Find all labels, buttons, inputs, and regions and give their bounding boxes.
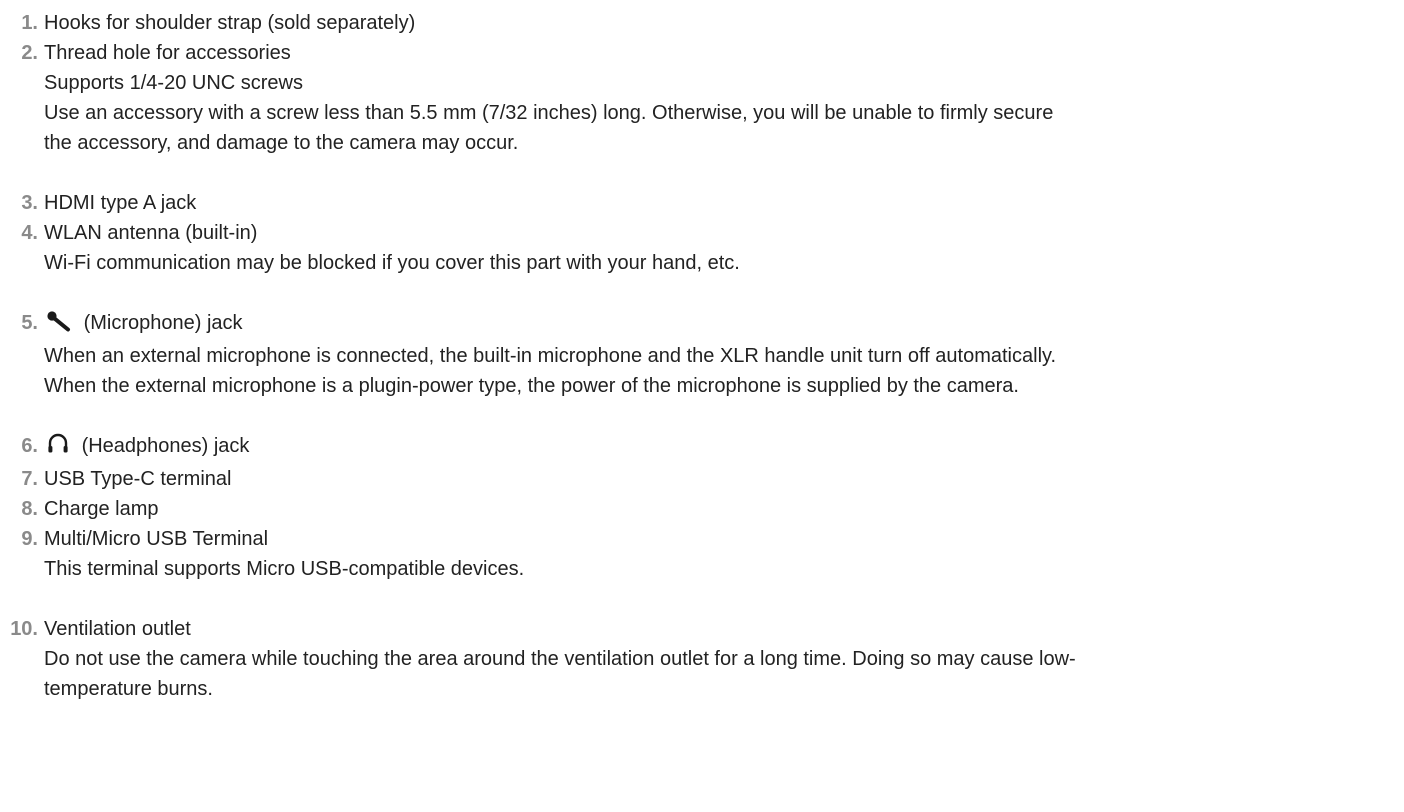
- list-item-1: 1. Hooks for shoulder strap (sold separa…: [0, 8, 1404, 38]
- item-label: Multi/Micro USB Terminal: [44, 528, 269, 550]
- item-label: USB Type-C terminal: [44, 468, 232, 490]
- item-description: When an external microphone is connected…: [44, 345, 1057, 367]
- list-item-7: 7. USB Type-C terminal: [0, 464, 1404, 494]
- item-label: HDMI type A jack: [44, 192, 197, 214]
- item-description: Use an accessory with a screw less than …: [44, 102, 1054, 124]
- item-number: 2.: [21, 42, 38, 64]
- item-number: 4.: [21, 222, 38, 244]
- item-label: Ventilation outlet: [44, 618, 191, 640]
- item-description: temperature burns.: [44, 678, 213, 700]
- item-description: When the external microphone is a plugin…: [44, 375, 1019, 397]
- item-number: 10.: [10, 618, 38, 640]
- microphone-icon: [46, 310, 72, 341]
- item-number: 3.: [21, 192, 38, 214]
- item-description: Do not use the camera while touching the…: [44, 648, 1076, 670]
- list-item-10: 10. Ventilation outlet Do not use the ca…: [0, 614, 1404, 704]
- list-item-5: 5. (Microphone) jack When an external mi…: [0, 308, 1404, 401]
- headphones-icon: [46, 431, 70, 464]
- list-item-4: 4. WLAN antenna (built-in) Wi-Fi communi…: [0, 218, 1404, 278]
- item-description: Supports 1/4-20 UNC screws: [44, 72, 303, 94]
- item-number: 6.: [21, 435, 38, 457]
- item-label: Hooks for shoulder strap (sold separatel…: [44, 12, 416, 34]
- item-number: 9.: [21, 528, 38, 550]
- item-label: (Microphone) jack: [83, 312, 243, 334]
- list-item-2: 2. Thread hole for accessories Supports …: [0, 38, 1404, 158]
- item-label: WLAN antenna (built-in): [44, 222, 258, 244]
- item-description: This terminal supports Micro USB-compati…: [44, 558, 525, 580]
- item-description: Wi-Fi communication may be blocked if yo…: [44, 252, 740, 274]
- item-number: 7.: [21, 468, 38, 490]
- item-label: (Headphones) jack: [81, 435, 250, 457]
- list-item-3: 3. HDMI type A jack: [0, 188, 1404, 218]
- list-item-9: 9. Multi/Micro USB Terminal This termina…: [0, 524, 1404, 584]
- item-number: 1.: [21, 12, 38, 34]
- item-description: the accessory, and damage to the camera …: [44, 132, 519, 154]
- item-number: 5.: [21, 312, 38, 334]
- item-number: 8.: [21, 498, 38, 520]
- parts-list: 1. Hooks for shoulder strap (sold separa…: [0, 8, 1404, 704]
- list-item-8: 8. Charge lamp: [0, 494, 1404, 524]
- list-item-6: 6. (Headphones) jack: [0, 431, 1404, 464]
- item-label: Charge lamp: [44, 498, 159, 520]
- item-label: Thread hole for accessories: [44, 42, 291, 64]
